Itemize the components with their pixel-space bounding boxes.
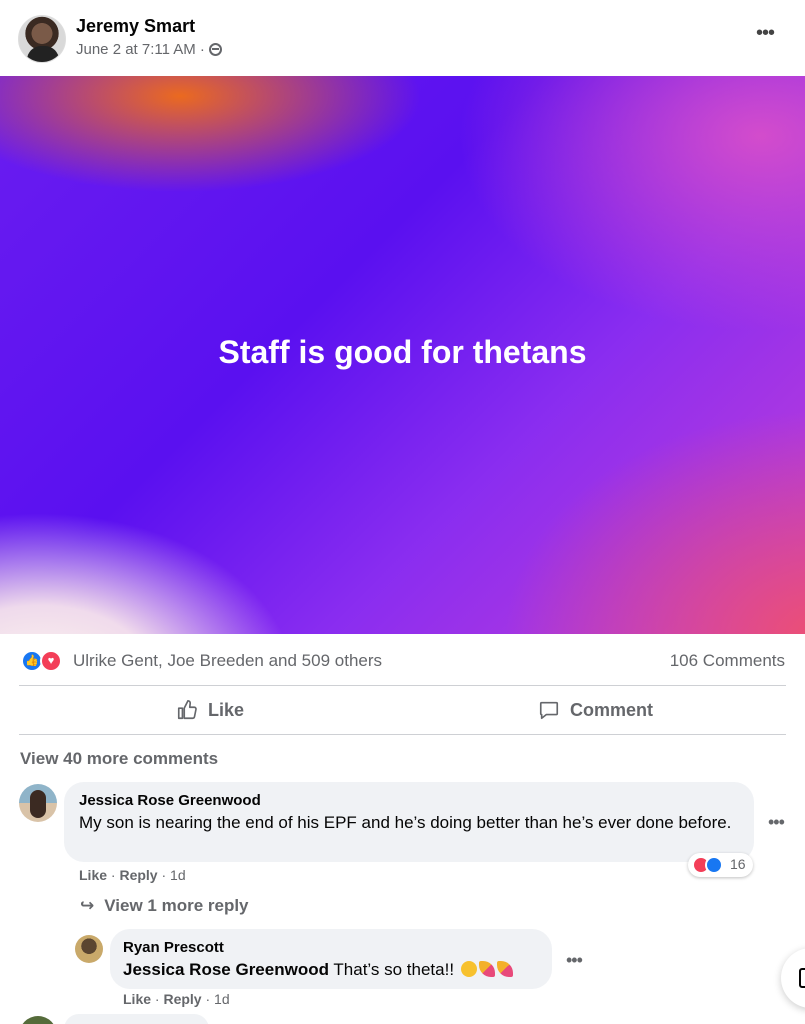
separator: · — [201, 991, 215, 1007]
comment-bubble: Jessica Rose Greenwood My son is nearing… — [64, 782, 754, 862]
reply-author-avatar[interactable] — [75, 935, 103, 963]
reply-arrow-icon: ↪ — [80, 896, 95, 915]
meta-separator: · — [199, 41, 205, 58]
comment-age[interactable]: 1d — [170, 867, 186, 883]
post-more-options-button[interactable]: ••• — [752, 23, 778, 48]
reply-mention[interactable]: Jessica Rose Greenwood — [123, 960, 329, 979]
comment-reaction-count: 16 — [730, 856, 746, 872]
avatar-silhouette — [27, 46, 59, 62]
author-avatar[interactable] — [18, 15, 66, 63]
floating-new-message-button[interactable] — [781, 948, 805, 1008]
like-button[interactable]: Like — [176, 686, 244, 734]
commenter-avatar[interactable] — [19, 784, 57, 822]
post-author-name[interactable]: Jeremy Smart — [76, 16, 195, 37]
comment-button[interactable]: Comment — [538, 686, 653, 734]
globe-icon — [208, 43, 222, 56]
separator: · — [107, 867, 120, 883]
view-replies-label: View 1 more reply — [104, 896, 249, 915]
thumbs-up-icon — [177, 700, 197, 720]
reply-reply-link[interactable]: Reply — [163, 991, 201, 1007]
next-comment-bubble — [64, 1014, 209, 1024]
comment-reply-link[interactable]: Reply — [119, 867, 157, 883]
separator: · — [157, 867, 171, 883]
post-header: Jeremy Smart June 2 at 7:11 AM · ••• — [0, 0, 805, 76]
post-meta: June 2 at 7:11 AM · — [76, 41, 222, 58]
party-popper-emoji-icon — [478, 961, 495, 977]
reactions-names[interactable]: Ulrike Gent, Joe Breeden and 509 others — [73, 651, 382, 671]
comment-button-label: Comment — [570, 699, 654, 720]
reply-actions: Like · Reply · 1d — [123, 991, 230, 1007]
post-text: Staff is good for thetans — [218, 334, 587, 370]
post-background-banner: Staff is good for thetans — [0, 76, 805, 634]
comment-reactions-badge[interactable]: 16 — [688, 853, 753, 877]
divider — [19, 734, 786, 735]
reply-age[interactable]: 1d — [214, 991, 230, 1007]
reply-text: Jessica Rose Greenwood That’s so theta!! — [123, 959, 513, 981]
smile-emoji-icon — [460, 961, 477, 977]
comment-icon — [539, 701, 559, 720]
like-reaction-icon — [705, 856, 723, 874]
reply-bubble: Ryan Prescott Jessica Rose Greenwood Tha… — [110, 929, 552, 989]
reaction-icons[interactable]: 👍 ♥ — [21, 650, 67, 672]
post-actions-bar: Like Comment — [0, 686, 805, 734]
separator: · — [151, 991, 164, 1007]
post-timestamp[interactable]: June 2 at 7:11 AM — [76, 41, 196, 58]
comments-count-link[interactable]: 106 Comments — [670, 651, 785, 671]
reply-body: That’s so theta!! — [328, 960, 455, 979]
comment-like-link[interactable]: Like — [79, 867, 107, 883]
view-more-comments-link[interactable]: View 40 more comments — [20, 749, 218, 769]
view-more-replies-link[interactable]: ↪ View 1 more reply — [80, 896, 249, 916]
party-popper-emoji-icon — [496, 961, 513, 977]
like-button-label: Like — [208, 699, 245, 720]
reply-like-link[interactable]: Like — [123, 991, 151, 1007]
next-commenter-avatar[interactable] — [19, 1016, 57, 1024]
comment-actions: Like · Reply · 1d — [79, 867, 186, 883]
reactions-summary: 👍 ♥ Ulrike Gent, Joe Breeden and 509 oth… — [0, 636, 805, 684]
reply-author-name[interactable]: Ryan Prescott — [123, 939, 224, 956]
commenter-name[interactable]: Jessica Rose Greenwood — [79, 792, 261, 809]
comment-more-options-button[interactable]: ••• — [768, 812, 785, 833]
love-reaction-icon: ♥ — [40, 650, 62, 672]
reply-more-options-button[interactable]: ••• — [566, 950, 583, 971]
comment-text: My son is nearing the end of his EPF and… — [79, 813, 732, 832]
